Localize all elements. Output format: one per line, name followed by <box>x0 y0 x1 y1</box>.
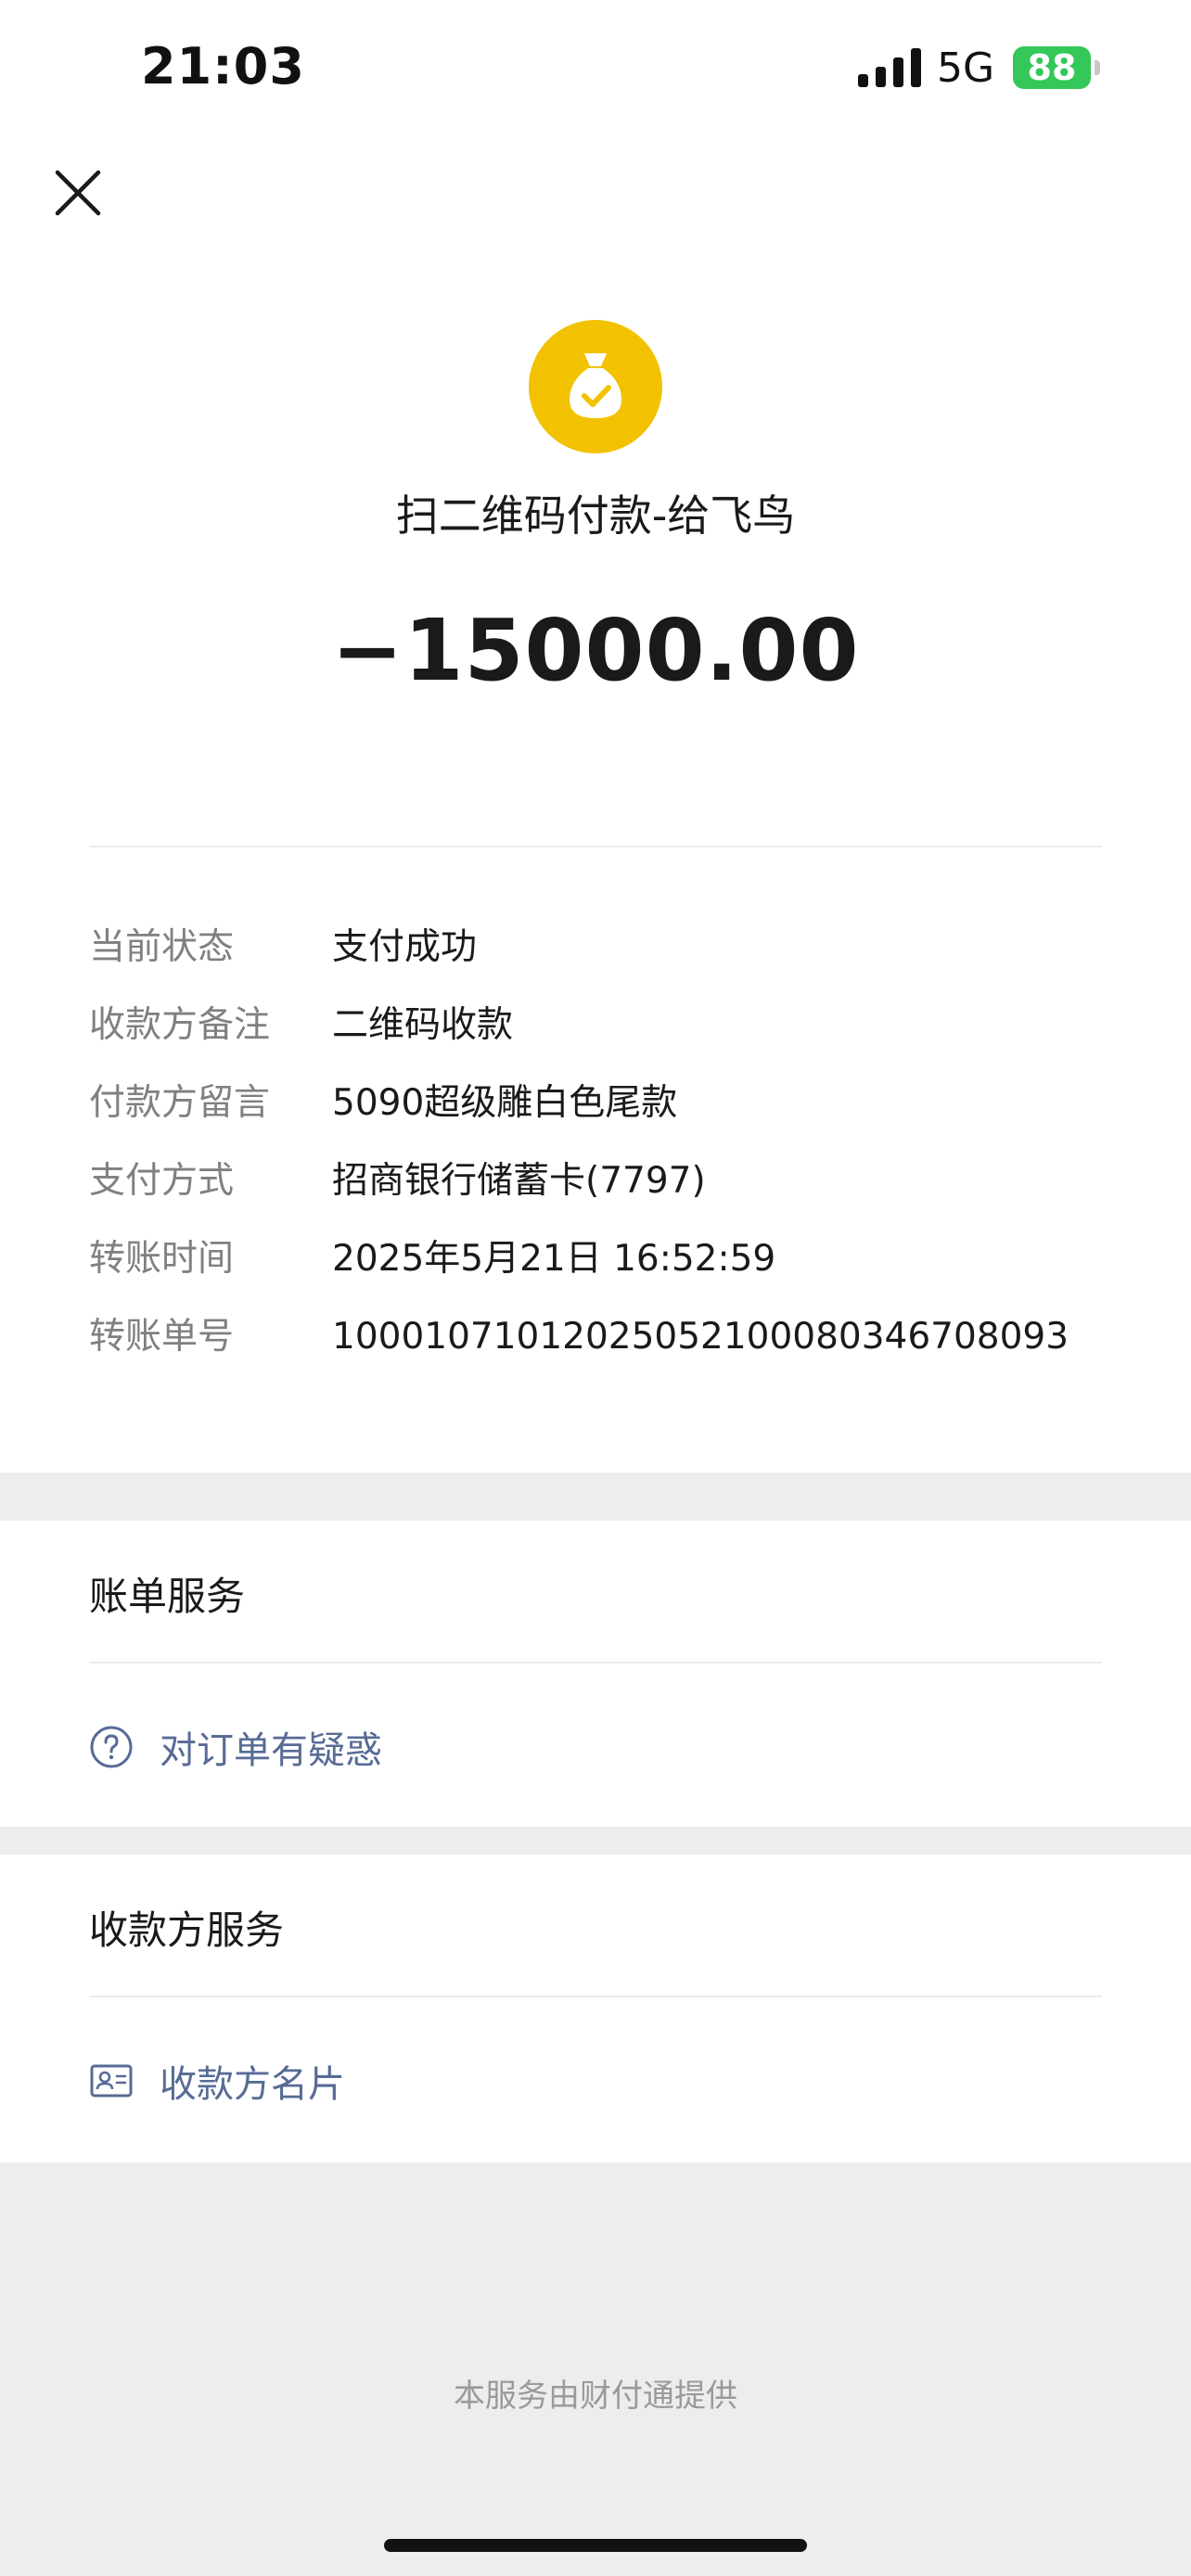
status-time: 21:03 <box>141 37 305 96</box>
contact-card-icon <box>90 2064 133 2098</box>
status-bar: 21:03 5G 88 <box>0 0 1191 139</box>
detail-value: 招商银行储蓄卡(7797) <box>332 1160 706 1202</box>
close-icon[interactable] <box>45 159 111 226</box>
detail-label: 支付方式 <box>89 1160 235 1202</box>
payee-card-label: 收款方名片 <box>160 2063 345 2106</box>
detail-value: 二维码收款 <box>332 1004 514 1046</box>
detail-row-payer-message: 付款方留言 5090超级雕白色尾款 <box>89 1065 1109 1142</box>
payment-title: 扫二维码付款-给飞鸟 <box>395 491 796 541</box>
service-provider-note: 本服务由财付通提供 <box>454 2378 737 2415</box>
detail-value: 10001071012025052100080346708093 <box>332 1316 1069 1358</box>
payee-service-card: 收款方服务 收款方名片 <box>0 1855 1191 2162</box>
battery-level: 88 <box>1027 47 1077 88</box>
detail-value: 5090超级雕白色尾款 <box>332 1082 678 1124</box>
payee-service-title: 收款方服务 <box>89 1907 285 1953</box>
detail-label: 付款方留言 <box>89 1082 271 1124</box>
payee-card-link[interactable]: 收款方名片 <box>89 2044 345 2118</box>
card-divider <box>89 1996 1102 1997</box>
detail-label: 转账时间 <box>89 1238 235 1280</box>
detail-label: 当前状态 <box>89 926 235 968</box>
transaction-summary: 扫二维码付款-给飞鸟 −15000.00 当前状态 支付成功 收款方备注 二维码… <box>0 139 1191 1473</box>
detail-value: 2025年5月21日 16:52:59 <box>332 1238 776 1280</box>
details-list: 当前状态 支付成功 收款方备注 二维码收款 付款方留言 5090超级雕白色尾款 … <box>89 909 1109 1376</box>
detail-row-status: 当前状态 支付成功 <box>89 909 1109 987</box>
payment-amount: −15000.00 <box>331 601 860 700</box>
money-bag-check-icon <box>529 320 662 453</box>
battery-icon: 88 <box>1013 46 1102 89</box>
home-indicator[interactable] <box>384 2539 807 2552</box>
detail-row-payment-method: 支付方式 招商银行储蓄卡(7797) <box>89 1142 1109 1220</box>
summary-divider <box>89 846 1102 848</box>
detail-label: 转账单号 <box>89 1316 235 1358</box>
detail-label: 收款方备注 <box>89 1004 271 1046</box>
bill-service-card: 账单服务 对订单有疑惑 <box>0 1521 1191 1827</box>
card-divider <box>89 1662 1102 1664</box>
bill-service-title: 账单服务 <box>89 1574 246 1619</box>
question-circle-icon <box>90 1726 133 1768</box>
order-question-label: 对订单有疑惑 <box>160 1729 382 1772</box>
order-question-link[interactable]: 对订单有疑惑 <box>89 1710 382 1784</box>
detail-row-payee-note: 收款方备注 二维码收款 <box>89 987 1109 1065</box>
network-type: 5G <box>937 45 995 92</box>
detail-row-transfer-number: 转账单号 10001071012025052100080346708093 <box>89 1298 1109 1376</box>
detail-row-transfer-time: 转账时间 2025年5月21日 16:52:59 <box>89 1220 1109 1298</box>
signal-icon <box>858 48 921 87</box>
detail-value: 支付成功 <box>332 926 478 968</box>
